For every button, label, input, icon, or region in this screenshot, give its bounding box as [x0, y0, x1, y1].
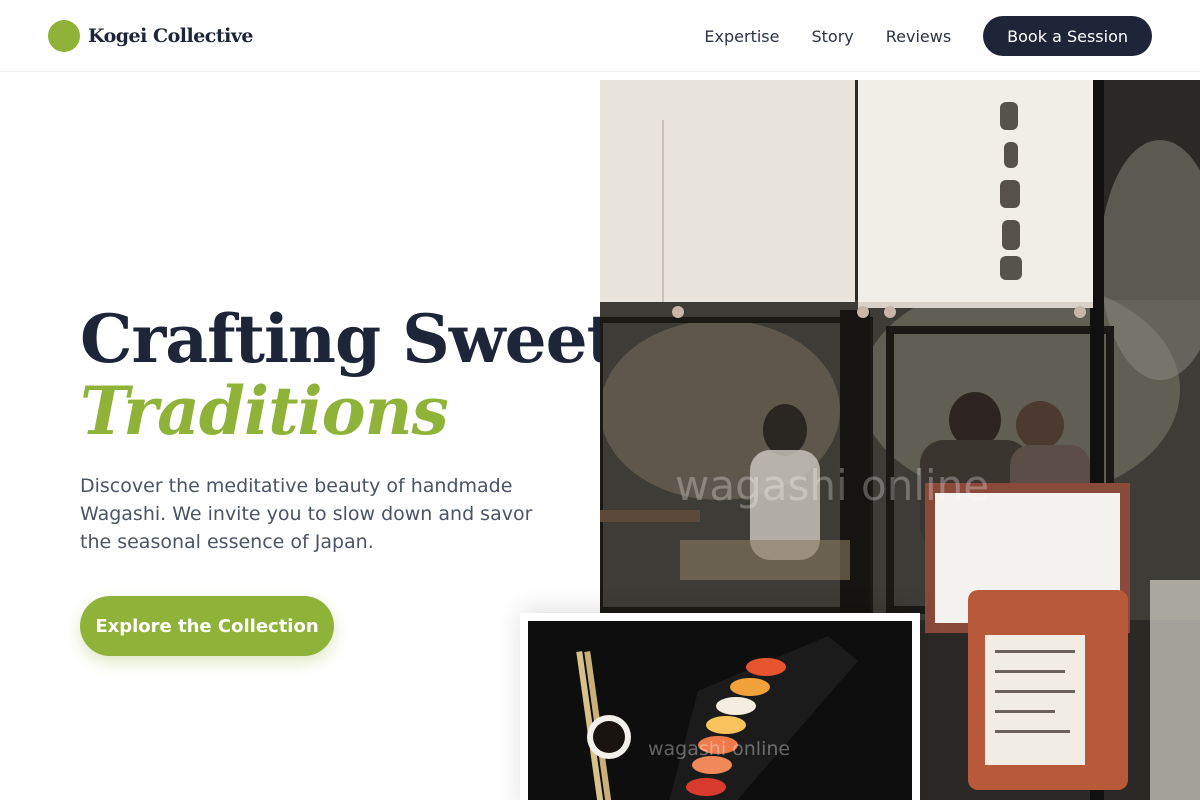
sushi-watermark: wagashi online [648, 738, 790, 760]
main-nav: Expertise Story Reviews Book a Session [704, 16, 1152, 56]
logo-circle-icon [48, 20, 80, 52]
sushi-photo: wagashi online [528, 621, 912, 800]
hero-title: Crafting Sweet Traditions [80, 300, 617, 450]
explore-collection-button[interactable]: Explore the Collection [80, 596, 334, 656]
nav-link-story[interactable]: Story [811, 27, 853, 46]
brand-logo[interactable]: Kogei Collective [48, 20, 254, 52]
brand-name: Kogei Collective [88, 25, 254, 47]
hero-title-line1: Crafting Sweet [80, 300, 617, 378]
hero-title-line2: Traditions [80, 372, 449, 450]
book-session-button[interactable]: Book a Session [983, 16, 1152, 56]
hero-description: Discover the meditative beauty of handma… [80, 475, 533, 553]
sushi-photo-card: wagashi online [520, 613, 920, 800]
nav-link-expertise[interactable]: Expertise [704, 27, 779, 46]
nav-link-reviews[interactable]: Reviews [886, 27, 951, 46]
photo-watermark: wagashi online [675, 461, 989, 510]
site-header: Kogei Collective Expertise Story Reviews… [0, 0, 1200, 72]
